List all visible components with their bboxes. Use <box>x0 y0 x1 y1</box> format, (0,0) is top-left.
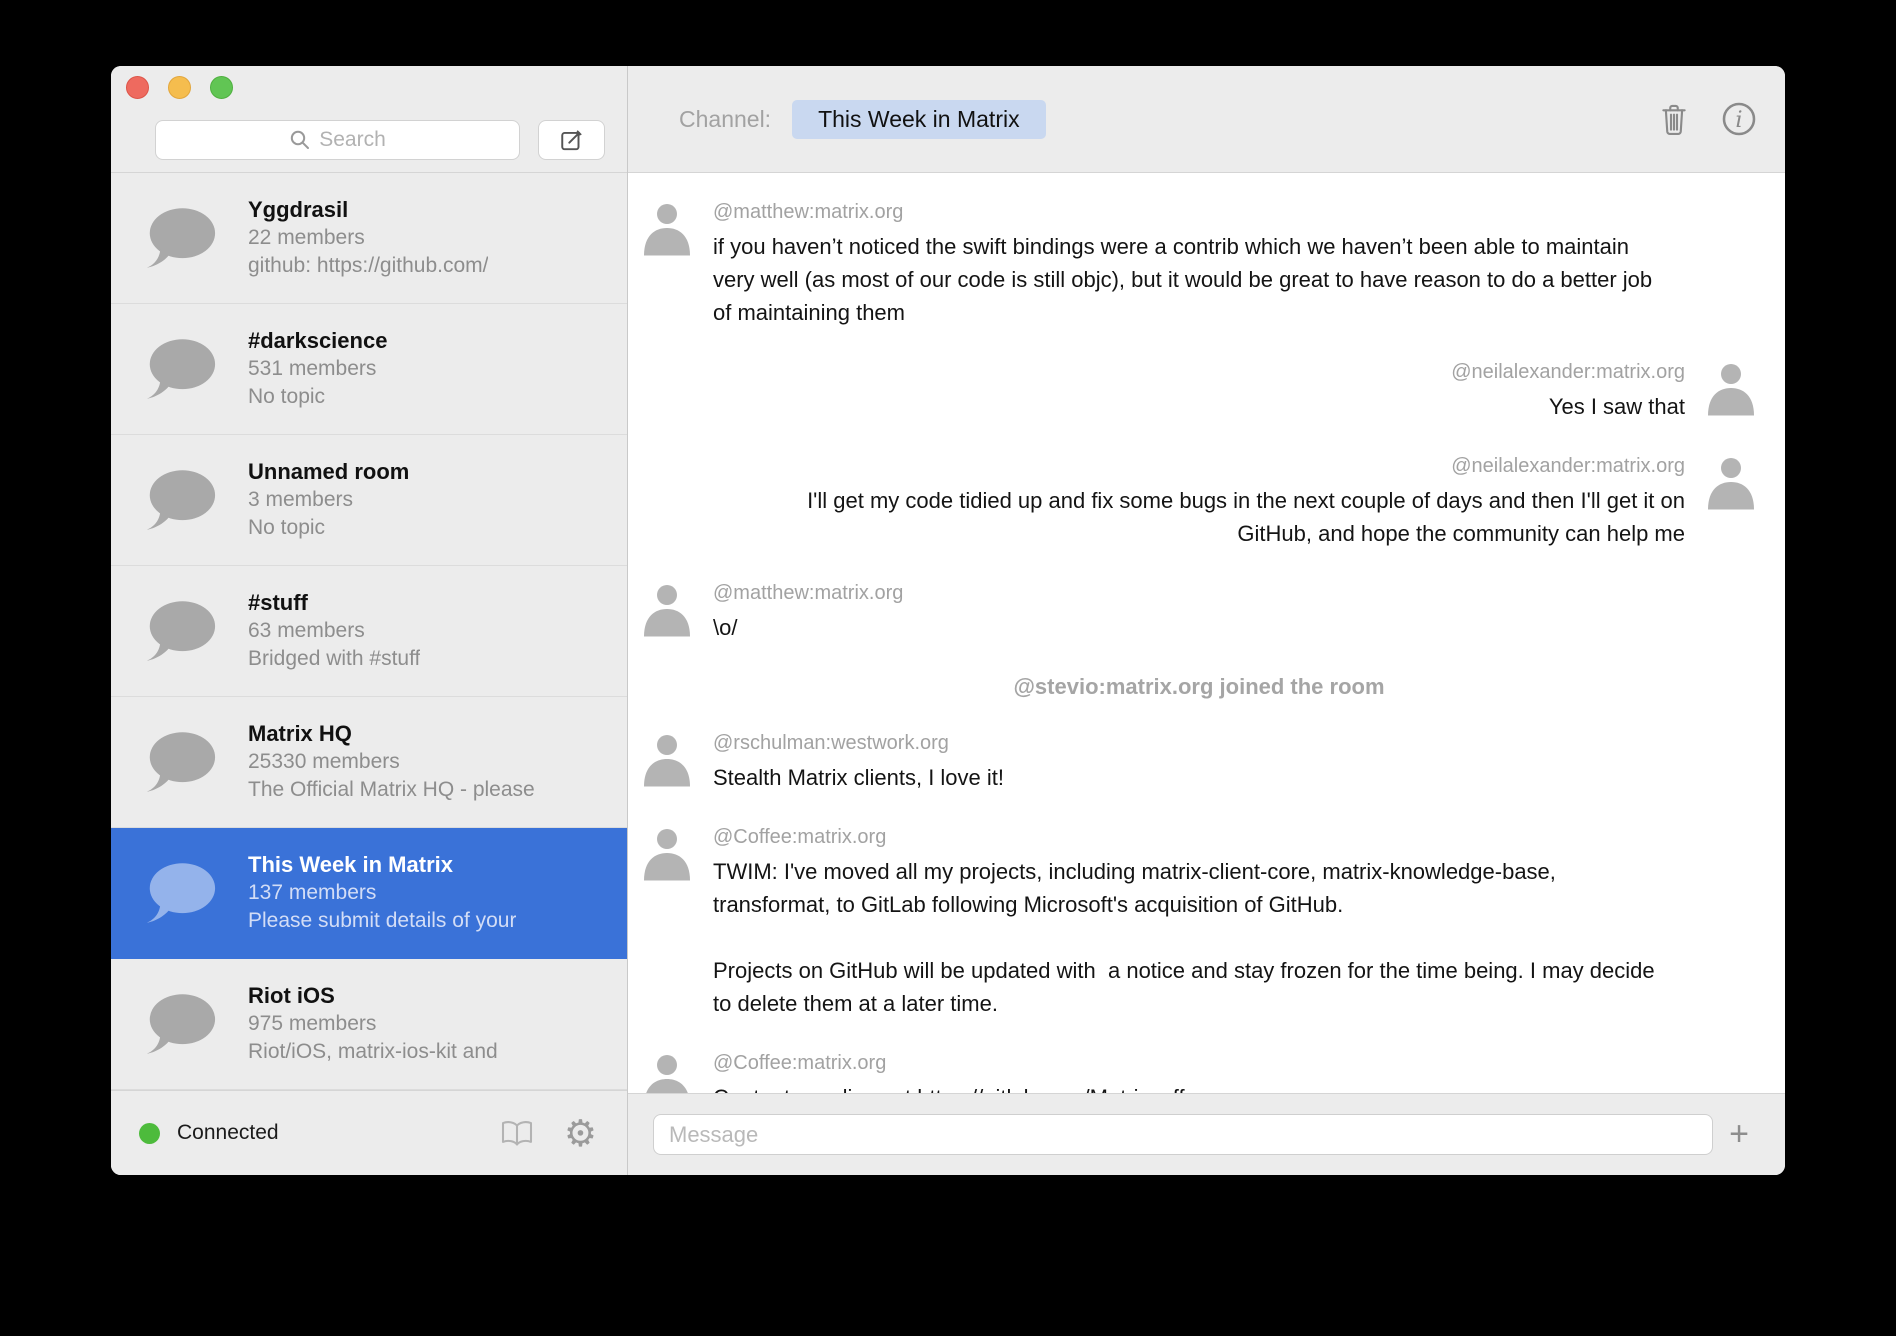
message-sender: @rschulman:westwork.org <box>713 732 1004 755</box>
message-text: \o/ <box>713 611 903 644</box>
message-text: Content now lives at https://gitlab.com/… <box>713 1081 1209 1093</box>
room-name: This Week in Matrix <box>248 851 516 879</box>
search-input[interactable]: Search <box>155 120 520 160</box>
message-text: Yes I saw that <box>1451 390 1685 423</box>
room-members: 137 members <box>248 879 516 907</box>
room-members: 975 members <box>248 1010 498 1038</box>
room-members: 22 members <box>248 224 488 252</box>
message-group: @matthew:matrix.org \o/ <box>641 580 1757 644</box>
chat-pane: Channel: This Week in Matrix i @matthew:… <box>627 66 1785 1175</box>
traffic-lights <box>126 76 233 99</box>
speech-bubble-icon <box>144 861 217 925</box>
room-topic: Riot/iOS, matrix-ios-kit and <box>248 1038 498 1066</box>
sidebar-toolbar: Search <box>111 66 627 173</box>
person-avatar-icon <box>1705 359 1757 416</box>
message-group: @rschulman:westwork.org Stealth Matrix c… <box>641 730 1757 794</box>
settings-button[interactable]: ⚙ <box>564 1115 597 1152</box>
close-button[interactable] <box>126 76 149 99</box>
status-label: Connected <box>177 1121 279 1145</box>
speech-bubble-icon <box>144 730 217 794</box>
minimize-button[interactable] <box>168 76 191 99</box>
room-row[interactable]: Yggdrasil 22 members github: https://git… <box>111 173 627 304</box>
room-name: Yggdrasil <box>248 196 488 224</box>
speech-bubble-icon <box>144 337 217 401</box>
sidebar: Search Yggdrasil 22 members github: http… <box>111 66 627 1175</box>
person-avatar-icon <box>641 1050 693 1093</box>
room-row[interactable]: #darkscience 531 members No topic <box>111 304 627 435</box>
room-members: 25330 members <box>248 748 535 776</box>
room-topic: Bridged with #stuff <box>248 645 420 673</box>
room-name: Riot iOS <box>248 982 498 1010</box>
message-text: Stealth Matrix clients, I love it! <box>713 761 1004 794</box>
speech-bubble-icon <box>144 599 217 663</box>
room-list: Yggdrasil 22 members github: https://git… <box>111 173 627 1090</box>
message-group: @Coffee:matrix.org Content now lives at … <box>641 1050 1757 1093</box>
room-row[interactable]: #stuff 63 members Bridged with #stuff <box>111 566 627 697</box>
speech-bubble-icon <box>144 468 217 532</box>
delete-room-button[interactable] <box>1659 101 1689 137</box>
message-group: @neilalexander:matrix.org I'll get my co… <box>641 453 1757 550</box>
event-text: @stevio:matrix.org joined the room <box>1013 674 1384 699</box>
search-placeholder: Search <box>319 128 386 152</box>
room-row[interactable]: Riot iOS 975 members Riot/iOS, matrix-io… <box>111 959 627 1090</box>
message-sender: @neilalexander:matrix.org <box>1451 361 1685 384</box>
gear-icon: ⚙ <box>564 1113 597 1154</box>
room-topic: No topic <box>248 514 409 542</box>
room-topic: The Official Matrix HQ - please <box>248 776 535 804</box>
plus-icon: + <box>1729 1115 1749 1153</box>
message-sender: @matthew:matrix.org <box>713 582 903 605</box>
room-info-button[interactable]: i <box>1721 101 1757 137</box>
person-avatar-icon <box>641 580 693 637</box>
svg-text:i: i <box>1735 107 1742 133</box>
room-members: 3 members <box>248 486 409 514</box>
app-window: Search Yggdrasil 22 members github: http… <box>111 66 1785 1175</box>
zoom-button[interactable] <box>210 76 233 99</box>
room-name: #stuff <box>248 589 420 617</box>
room-topic: No topic <box>248 383 387 411</box>
message-text: I'll get my code tidied up and fix some … <box>730 484 1685 550</box>
message-sender: @matthew:matrix.org <box>713 201 1658 224</box>
room-name: #darkscience <box>248 327 387 355</box>
bookmarks-button[interactable] <box>500 1119 534 1147</box>
status-dot <box>139 1123 160 1144</box>
room-row[interactable]: Unnamed room 3 members No topic <box>111 435 627 566</box>
message-list[interactable]: @matthew:matrix.org if you haven’t notic… <box>628 173 1785 1093</box>
channel-label: Channel: <box>679 106 771 133</box>
composer-bar: Message + <box>628 1093 1785 1175</box>
message-group: @Coffee:matrix.org TWIM: I've moved all … <box>641 824 1757 1020</box>
person-avatar-icon <box>1705 453 1757 510</box>
compose-icon <box>559 127 585 153</box>
person-avatar-icon <box>641 199 693 256</box>
message-placeholder: Message <box>669 1122 758 1148</box>
message-text: TWIM: I've moved all my projects, includ… <box>713 855 1658 1020</box>
chat-header: Channel: This Week in Matrix i <box>628 66 1785 173</box>
room-members: 63 members <box>248 617 420 645</box>
message-sender: @Coffee:matrix.org <box>713 826 1658 849</box>
person-avatar-icon <box>641 730 693 787</box>
message-sender: @neilalexander:matrix.org <box>730 455 1685 478</box>
message-sender: @Coffee:matrix.org <box>713 1052 1209 1075</box>
room-name: Matrix HQ <box>248 720 535 748</box>
room-name: Unnamed room <box>248 458 409 486</box>
room-members: 531 members <box>248 355 387 383</box>
room-row[interactable]: This Week in Matrix 137 members Please s… <box>111 828 627 959</box>
speech-bubble-icon <box>144 992 217 1056</box>
person-avatar-icon <box>641 824 693 881</box>
compose-button[interactable] <box>538 120 605 160</box>
room-row[interactable]: Matrix HQ 25330 members The Official Mat… <box>111 697 627 828</box>
message-input[interactable]: Message <box>653 1114 1713 1155</box>
room-event-text: @stevio:matrix.org joined the room <box>641 674 1757 700</box>
message-group: @matthew:matrix.org if you haven’t notic… <box>641 199 1757 329</box>
search-icon <box>289 129 311 151</box>
status-bar: Connected ⚙ <box>111 1090 627 1175</box>
channel-name-chip[interactable]: This Week in Matrix <box>792 100 1046 139</box>
speech-bubble-icon <box>144 206 217 270</box>
message-text: if you haven’t noticed the swift binding… <box>713 230 1658 329</box>
attach-button[interactable]: + <box>1713 1115 1765 1154</box>
room-topic: Please submit details of your <box>248 907 516 935</box>
message-group: @neilalexander:matrix.org Yes I saw that <box>641 359 1757 423</box>
room-topic: github: https://github.com/ <box>248 252 488 280</box>
book-icon <box>500 1119 534 1147</box>
